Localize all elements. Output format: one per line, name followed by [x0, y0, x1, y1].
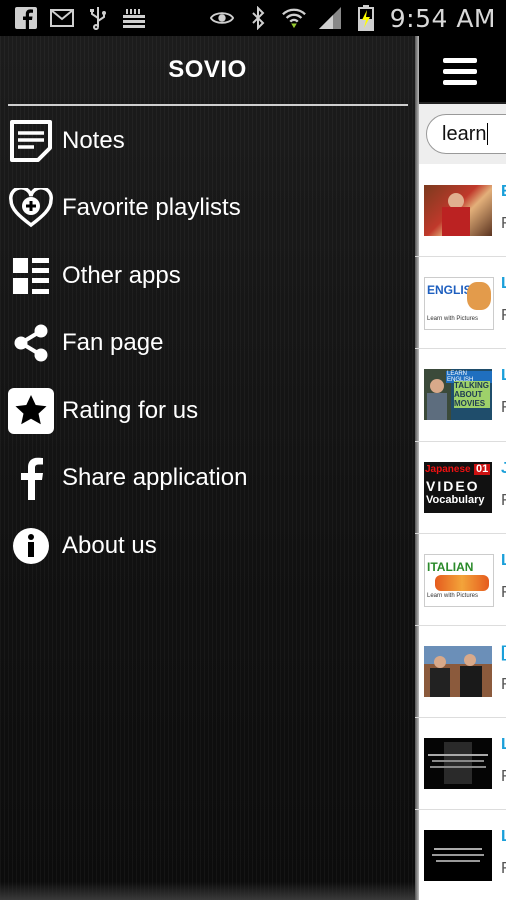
video-subtitle: F: [501, 491, 506, 509]
thumbnail-text: Vocabulary: [426, 493, 485, 506]
video-title: [: [501, 643, 506, 661]
menu-label: Notes: [62, 126, 125, 154]
menu-item-rating[interactable]: Rating for us: [0, 377, 415, 445]
bluetooth-icon: [246, 6, 270, 30]
list-item[interactable]: [ F: [415, 626, 506, 719]
drawer-bottom-edge: [0, 882, 415, 900]
video-thumbnail: [424, 738, 492, 790]
video-subtitle: F: [501, 399, 506, 417]
video-subtitle: F: [501, 860, 506, 878]
video-subtitle: F: [501, 583, 506, 601]
eye-icon: [209, 6, 234, 30]
thumbnail-text: Learn with Pictures: [427, 316, 479, 323]
menu-label: Rating for us: [62, 396, 199, 424]
list-item[interactable]: L F: [415, 718, 506, 811]
drawer-menu: Notes Favorite playlists Other apps Fan …: [0, 107, 415, 580]
thumbnail-text: 01: [474, 462, 491, 475]
video-title: L: [501, 736, 506, 754]
video-subtitle: F: [501, 768, 506, 786]
video-title: L: [501, 828, 506, 846]
notes-icon: [8, 118, 54, 164]
video-thumbnail: [424, 645, 492, 697]
thumbnail-text: Japanese: [425, 463, 471, 475]
video-thumbnail: ITALIAN Learn with Pictures: [424, 553, 494, 607]
video-title: J: [501, 459, 506, 477]
info-icon: [8, 523, 54, 569]
drawer-divider: [8, 104, 408, 106]
search-input[interactable]: learn: [426, 114, 506, 154]
video-title: L: [501, 367, 506, 385]
thumbnail-text: Learn with Pictures: [427, 592, 479, 599]
video-title: L: [501, 551, 506, 569]
action-bar: [415, 36, 506, 105]
hamburger-menu-icon[interactable]: [443, 58, 477, 86]
video-list: E F ENGLISH Learn with Pictures L F LEAR…: [415, 165, 506, 900]
drawer-title: SOVIO: [168, 56, 247, 83]
wifi-icon: [281, 6, 306, 30]
menu-item-other-apps[interactable]: Other apps: [0, 242, 415, 310]
menu-item-notes[interactable]: Notes: [0, 107, 415, 175]
video-thumbnail: Japanese 01 VIDEO Vocabulary: [424, 461, 492, 513]
clock: 9:54 AM: [389, 3, 496, 33]
menu-item-fan-page[interactable]: Fan page: [0, 310, 415, 378]
list-item[interactable]: ENGLISH Learn with Pictures L F: [415, 257, 506, 350]
menu-label: Other apps: [62, 261, 181, 289]
star-icon: [8, 387, 54, 434]
list-item[interactable]: Japanese 01 VIDEO Vocabulary J F: [415, 442, 506, 534]
video-subtitle: F: [501, 675, 506, 693]
heart-plus-icon: [8, 185, 54, 231]
video-subtitle: F: [501, 215, 506, 232]
menu-item-favorite-playlists[interactable]: Favorite playlists: [0, 175, 415, 243]
video-title: L: [501, 275, 506, 293]
video-thumbnail: LEARN ENGLISH TALKING ABOUT MOVIES: [424, 369, 492, 421]
video-subtitle: F: [501, 307, 506, 325]
menu-label: Fan page: [62, 329, 164, 357]
thumbnail-text: TALKING ABOUT MOVIES: [454, 381, 490, 409]
share-icon: [8, 320, 54, 366]
search-input-value: learn: [442, 122, 487, 145]
video-title: E: [501, 183, 506, 201]
email-icon: [50, 6, 74, 30]
video-thumbnail: ENGLISH Learn with Pictures: [424, 277, 494, 331]
menu-label: Share application: [62, 464, 248, 492]
list-item[interactable]: L F: [415, 810, 506, 900]
video-thumbnail: [424, 830, 492, 882]
menu-label: Favorite playlists: [62, 194, 241, 222]
menu-item-share-application[interactable]: Share application: [0, 445, 415, 513]
text-cursor: [487, 123, 489, 145]
battery-charging-icon: [354, 5, 378, 31]
video-thumbnail: [424, 185, 492, 236]
storage-icon: [122, 6, 146, 30]
facebook-icon: [8, 455, 54, 501]
menu-item-about-us[interactable]: About us: [0, 512, 415, 580]
facebook-icon: [14, 6, 38, 30]
list-item[interactable]: LEARN ENGLISH TALKING ABOUT MOVIES L F: [415, 349, 506, 442]
search-bar: learn: [415, 104, 506, 164]
thumbnail-text: VIDEO: [426, 477, 480, 494]
status-bar: 9:54 AM: [0, 0, 506, 36]
menu-label: About us: [62, 531, 157, 559]
signal-icon: [318, 6, 342, 30]
thumbnail-text: ITALIAN: [427, 559, 474, 574]
list-item[interactable]: ITALIAN Learn with Pictures L F: [415, 534, 506, 626]
grid-list-icon: [8, 253, 54, 299]
list-item[interactable]: E F: [415, 165, 506, 258]
navigation-drawer: SOVIO Notes Favorite playlists Other app…: [0, 36, 415, 900]
main-content: learn E F ENGLISH Learn with Pictures L …: [415, 36, 506, 900]
usb-icon: [86, 6, 110, 30]
